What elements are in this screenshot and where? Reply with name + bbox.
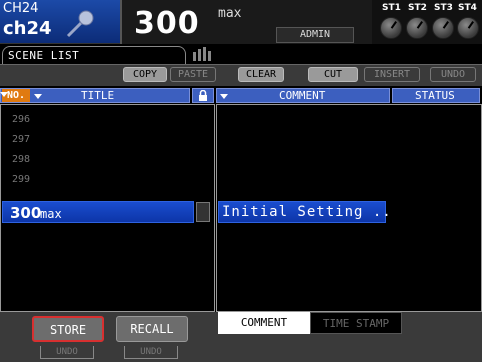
- lock-icon: [199, 90, 207, 101]
- no-sort-indicator[interactable]: NO.: [0, 89, 30, 102]
- st3-knob[interactable]: [432, 17, 454, 39]
- insert-button[interactable]: INSERT: [364, 67, 420, 82]
- microphone-icon: [66, 10, 94, 38]
- title-sort-icon: [34, 94, 42, 99]
- tab-scene-list-label: SCENE LIST: [8, 49, 80, 62]
- selected-scene-number: 300: [10, 204, 42, 222]
- current-scene-display: 300 max ADMIN: [120, 0, 372, 44]
- current-scene-title: max: [218, 6, 242, 21]
- title-column-label: TITLE: [81, 89, 115, 102]
- list-item[interactable]: 296: [12, 114, 30, 125]
- list-item[interactable]: 299: [12, 174, 30, 185]
- st3-label: ST3: [434, 3, 453, 13]
- st2-knob[interactable]: [406, 17, 428, 39]
- user-badge: ADMIN: [276, 27, 354, 43]
- status-column-label: STATUS: [415, 89, 455, 102]
- undo-button[interactable]: UNDO: [430, 67, 476, 82]
- channel-box[interactable]: CH24 ch24: [0, 0, 120, 44]
- status-column-header[interactable]: STATUS: [392, 88, 480, 103]
- tab-comment[interactable]: COMMENT: [218, 312, 310, 334]
- comment-column-label: COMMENT: [279, 89, 326, 102]
- channel-name: ch24: [3, 18, 52, 39]
- lock-column-header[interactable]: [192, 88, 214, 103]
- st2-label: ST2: [408, 3, 427, 13]
- cut-button[interactable]: CUT: [308, 67, 358, 82]
- store-button[interactable]: STORE: [32, 316, 104, 342]
- recall-button[interactable]: RECALL: [116, 316, 188, 342]
- list-item[interactable]: 297: [12, 134, 30, 145]
- st4-knob[interactable]: [457, 17, 479, 39]
- selected-scene-lock-toggle[interactable]: [196, 202, 210, 222]
- selected-scene-title: max: [40, 207, 62, 221]
- current-scene-number: 300: [134, 6, 200, 41]
- comment-column-header[interactable]: COMMENT: [216, 88, 390, 103]
- channel-id: CH24: [3, 1, 39, 16]
- st4-label: ST4: [458, 3, 477, 13]
- list-item[interactable]: 298: [12, 154, 30, 165]
- bar-graph-icon: [193, 47, 211, 61]
- comment-sort-icon: [220, 94, 228, 99]
- st1-label: ST1: [382, 3, 401, 13]
- no-column-label: NO.: [6, 90, 26, 101]
- copy-button[interactable]: COPY: [123, 67, 167, 82]
- paste-button[interactable]: PASTE: [170, 67, 216, 82]
- clear-button[interactable]: CLEAR: [238, 67, 284, 82]
- recall-undo-button[interactable]: UNDO: [124, 346, 178, 359]
- tab-scene-list[interactable]: SCENE LIST: [2, 46, 186, 64]
- stereo-section: ST1 ST2 ST3 ST4: [372, 0, 482, 44]
- bottom-right-area: [216, 334, 482, 362]
- tab-time-stamp[interactable]: TIME STAMP: [310, 312, 402, 334]
- st1-knob[interactable]: [380, 17, 402, 39]
- selected-scene-comment: Initial Setting ..: [222, 204, 392, 220]
- store-undo-button[interactable]: UNDO: [40, 346, 94, 359]
